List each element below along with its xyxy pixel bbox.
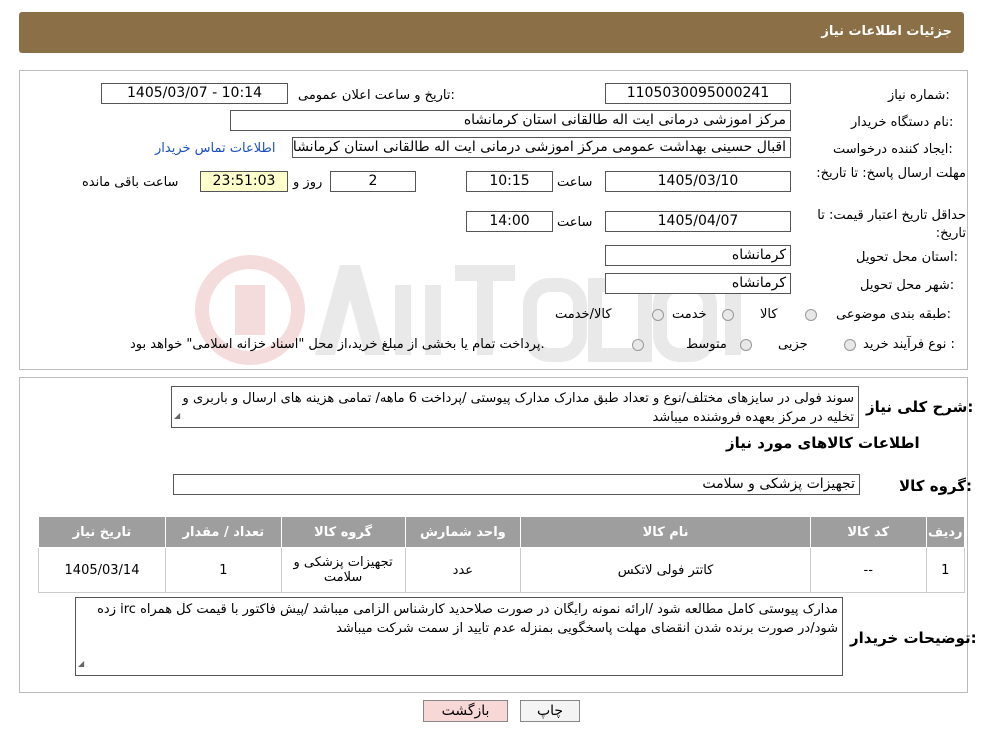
page-header: جزئیات اطلاعات نیاز [19,12,964,53]
goods-group-field: تجهیزات پزشکی و سلامت [173,474,860,495]
validity-label: حداقل تاریخ اعتبار قیمت: تا تاریخ: [817,208,966,241]
remaining-time-label: ساعت باقی مانده [82,175,179,190]
process-medium-label: متوسط [686,337,727,352]
summary-text: سوند فولی در سایزهای مختلف/نوع و تعداد ط… [182,391,854,425]
province-label: استان محل تحویل: [856,250,958,265]
category-goods-radio[interactable] [805,309,817,321]
category-label: طبقه بندی موضوعی: [836,307,952,322]
resize-grip-icon[interactable]: ◢ [78,654,84,673]
cell-unit: عدد [404,547,522,593]
buyer-notes-text: مدارک پیوستی کامل مطالعه شود /ارائه نمون… [97,602,838,636]
goods-section-title: اطلاعات کالاهای مورد نیاز [726,434,920,452]
category-goods-label: کالا [760,307,778,322]
days-label: روز و [293,175,323,190]
need-number-label: شماره نیاز: [888,88,950,103]
buyer-contact-link[interactable]: اطلاعات تماس خریدار [155,141,275,156]
deadline-label: مهلت ارسال پاسخ: تا تاریخ: [816,166,966,181]
process-label: نوع فرآیند خرید : [863,337,955,352]
process-note: پرداخت تمام یا بخشی از مبلغ خرید،از محل … [130,337,545,352]
buyer-label: نام دستگاه خریدار: [851,115,954,130]
city-label: شهر محل تحویل: [860,278,955,293]
city-field: کرمانشاه [605,273,791,294]
cell-quantity: 1 [165,547,282,593]
validity-date-field: 1405/04/07 [605,211,791,232]
cell-row-number: 1 [925,547,966,593]
announce-datetime-field: 1405/03/07 - 10:14 [101,83,288,104]
col-unit: واحد شمارش [404,516,522,548]
deadline-date-field: 1405/03/10 [605,171,791,192]
category-goods-service-radio[interactable] [652,309,664,321]
summary-textarea[interactable]: سوند فولی در سایزهای مختلف/نوع و تعداد ط… [171,386,859,428]
buyer-notes-textarea[interactable]: مدارک پیوستی کامل مطالعه شود /ارائه نمون… [75,597,843,676]
table-row: 1 -- کاتتر فولی لاتکس عدد تجهیزات پزشکی … [38,547,966,593]
col-quantity: تعداد / مقدار [165,516,282,548]
back-button[interactable]: بازگشت [423,700,508,722]
treasury-checkbox[interactable] [632,339,644,351]
remaining-time-field: 23:51:03 [200,171,288,192]
days-remaining-field: 2 [330,171,416,192]
print-button[interactable]: چاپ [520,700,580,722]
cell-name: کاتتر فولی لاتکس [520,547,811,593]
deadline-time-label: ساعت [557,175,593,190]
col-group: گروه کالا [280,516,406,548]
cell-group: تجهیزات پزشکی و سلامت [280,547,406,593]
col-row-number: ردیف [925,516,966,548]
validity-time-label: ساعت [557,215,593,230]
category-service-radio[interactable] [722,309,734,321]
process-small-label: جزیی [778,337,808,352]
category-service-label: خدمت [672,307,707,322]
goods-group-label: گروه کالا: [899,477,972,495]
creator-label: ایجاد کننده درخواست: [833,142,953,157]
resize-grip-icon[interactable]: ◢ [174,406,180,425]
goods-table-header: ردیف کد کالا نام کالا واحد شمارش گروه کا… [38,516,966,548]
summary-label: شرح کلی نیاز: [866,398,974,416]
creator-field: اقبال حسینی بهداشت عمومی مرکز اموزشی درم… [292,137,791,158]
col-date: تاریخ نیاز [38,516,166,548]
province-field: کرمانشاه [605,245,791,266]
process-medium-radio[interactable] [740,339,752,351]
col-name: نام کالا [520,516,811,548]
category-goods-service-label: کالا/خدمت [555,307,612,322]
page-title: جزئیات اطلاعات نیاز [821,24,952,39]
goods-table: ردیف کد کالا نام کالا واحد شمارش گروه کا… [38,516,966,593]
buyer-field: مرکز اموزشی درمانی ایت اله طالقانی استان… [230,110,791,131]
buyer-notes-label: توضیحات خریدار: [850,629,977,647]
need-number-field: 1105030095000241 [605,83,791,104]
col-code: کد کالا [809,516,927,548]
announce-label: تاریخ و ساعت اعلان عمومی: [298,88,455,103]
cell-code: -- [809,547,927,593]
cell-date: 1405/03/14 [38,547,166,593]
deadline-time-field: 10:15 [466,171,553,192]
validity-time-field: 14:00 [466,211,553,232]
process-small-radio[interactable] [844,339,856,351]
